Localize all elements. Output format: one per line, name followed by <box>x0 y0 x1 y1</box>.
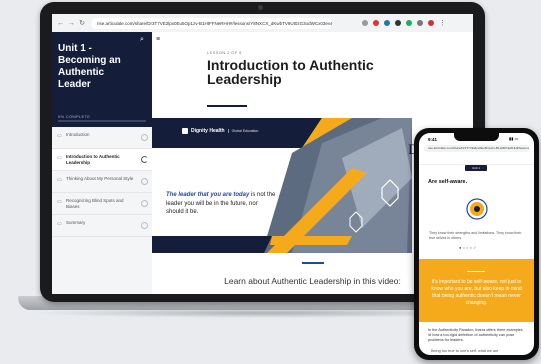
extension-icon[interactable] <box>395 20 401 26</box>
phone-heading: Are self-aware. <box>428 179 468 185</box>
sidebar-item-label: Introduction to Authentic Leadership <box>66 154 120 165</box>
address-bar[interactable]: rise.articulate.com/share/Dr3T7VE2lpx0Eu… <box>91 17 332 29</box>
callout-block: It's important to be self-aware, not jus… <box>419 259 534 322</box>
page-title: Introduction to Authentic Leadership <box>207 57 374 87</box>
hamburger-icon[interactable]: ≡ <box>156 36 160 43</box>
logo-icon <box>182 128 188 134</box>
phone-lesson-nav <box>419 156 534 165</box>
lesson-counter: LESSON 2 OF 5 <box>207 50 242 55</box>
callout-divider <box>467 271 485 272</box>
progress-bar <box>58 120 146 122</box>
extension-icon[interactable] <box>406 20 412 26</box>
status-circle <box>141 200 148 207</box>
phone-notch <box>454 133 499 141</box>
sidebar-item-label: Introduction <box>66 132 90 137</box>
sidebar-item-summary[interactable]: ▭ Summary <box>52 215 152 237</box>
page-icon: ▭ <box>57 221 62 227</box>
star-icon[interactable] <box>362 20 368 26</box>
title-divider <box>207 105 247 107</box>
forward-icon[interactable]: → <box>68 20 75 27</box>
quote-emphasis: The leader that you are today <box>166 192 250 198</box>
course-sidebar: Unit 1 - Becoming an Authentic Leader ⌕ … <box>52 32 152 294</box>
sidebar-item-authentic-leadership[interactable]: ▭ Introduction to Authentic Leadership <box>52 149 152 171</box>
phone-screen: 9:41 ▮▮ ▭ rise.articulate.com/share/Dr3T… <box>419 133 534 355</box>
phone-caption: They know their strengths and limitation… <box>429 231 522 240</box>
progress-label: 0% COMPLETE <box>58 114 91 119</box>
browser-toolbar: ← → ↻ rise.articulate.com/share/Dr3T7VE2… <box>52 14 473 33</box>
carousel-dots[interactable]: ● ○ ○ ○ ✓ <box>459 245 476 250</box>
brand-name: Dignity Health <box>191 127 225 134</box>
sidebar-item-blind-spots[interactable]: ▭ Recognizing Blind Spots and Biases <box>52 193 152 215</box>
status-circle <box>141 222 148 229</box>
dignity-health-logo: Dignity Health Global Education <box>182 128 258 134</box>
sidebar-header: Unit 1 - Becoming an Authentic Leader ⌕ … <box>52 32 152 127</box>
page-icon: ▭ <box>57 177 62 183</box>
sidebar-item-label: Thinking About My Personal Style <box>66 176 134 181</box>
status-circle <box>141 134 148 141</box>
brand-subtitle: Global Education <box>227 129 258 133</box>
callout-text: It's important to be self-aware, not jus… <box>431 279 522 306</box>
sidebar-item-personal-style[interactable]: ▭ Thinking About My Personal Style <box>52 171 152 193</box>
menu-icon[interactable]: ⋮ <box>439 19 446 27</box>
phone-body-text: In the Authenticity Paradox, Ibarra offe… <box>428 328 523 342</box>
reload-icon[interactable]: ↻ <box>79 19 85 27</box>
extension-icon[interactable] <box>373 20 379 26</box>
extension-icon[interactable] <box>417 20 423 26</box>
sidebar-item-label: Summary <box>66 220 86 225</box>
sidebar-item-label: Recognizing Blind Spots and Biases <box>66 198 124 209</box>
signal-battery-icon: ▮▮ ▭ <box>509 136 519 141</box>
ear-icon <box>466 198 488 220</box>
phone-frame: 9:41 ▮▮ ▭ rise.articulate.com/share/Dr3T… <box>414 128 539 360</box>
phone-list-item: Being too true to one's self: what we ar… <box>431 349 499 353</box>
status-time: 9:41 <box>428 137 438 142</box>
section-divider <box>302 262 324 264</box>
back-icon[interactable]: ← <box>57 20 64 27</box>
phone-address-bar[interactable]: rise.articulate.com/share/Dr3T7VE2lpx0Eu… <box>424 145 529 152</box>
course-title: Unit 1 - Becoming an Authentic Leader <box>58 43 121 90</box>
page-icon: ▭ <box>57 133 62 139</box>
page-icon: ▭ <box>57 155 62 161</box>
profile-avatar[interactable] <box>428 20 434 26</box>
status-circle <box>141 178 148 185</box>
search-icon[interactable]: ⌕ <box>140 36 144 44</box>
status-circle <box>141 156 148 163</box>
sidebar-item-introduction[interactable]: ▭ Introduction <box>52 127 152 149</box>
extension-icon[interactable] <box>384 20 390 26</box>
banner-quote: The leader that you are today is not the… <box>166 191 276 217</box>
laptop-screen: ← → ↻ rise.articulate.com/share/Dr3T7VE2… <box>52 14 473 294</box>
page-icon: ▭ <box>57 199 62 205</box>
unit-badge: Unit 1 <box>465 165 487 171</box>
